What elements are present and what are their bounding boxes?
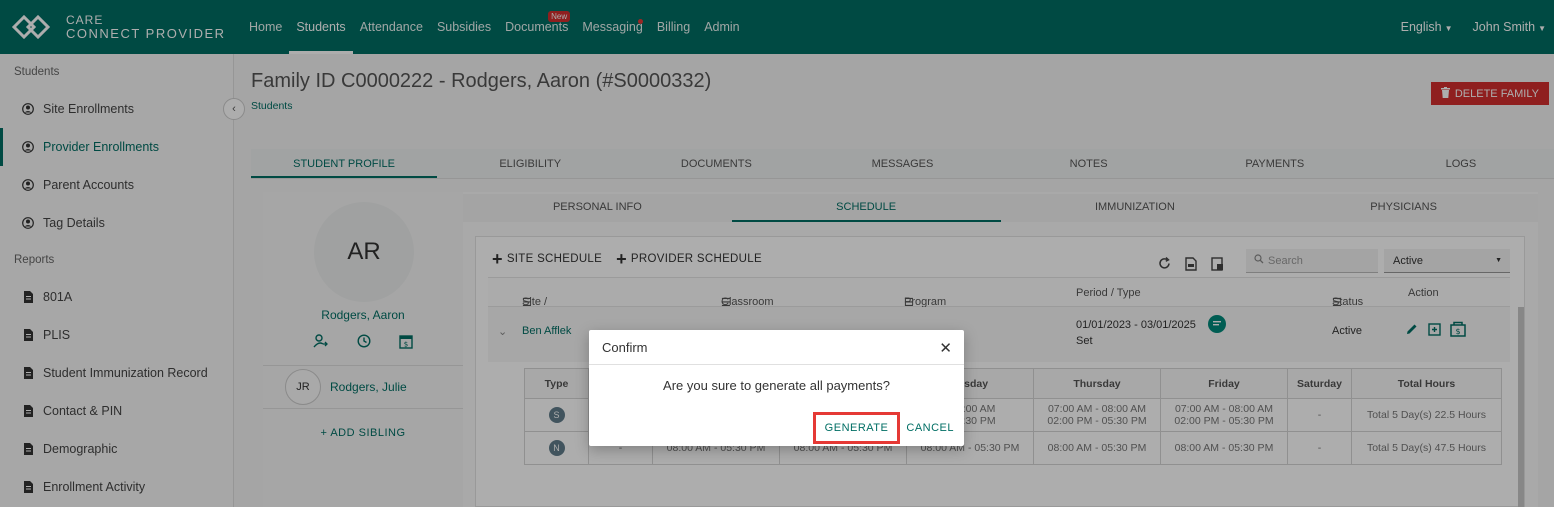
dialog-message: Are you sure to generate all payments?	[663, 378, 890, 393]
confirm-dialog: Confirm ✕ Are you sure to generate all p…	[589, 330, 964, 446]
generate-button[interactable]: GENERATE	[812, 412, 901, 444]
dialog-title: Confirm	[589, 330, 964, 365]
cancel-button[interactable]: CANCEL	[906, 422, 954, 434]
close-icon[interactable]: ✕	[939, 339, 952, 357]
